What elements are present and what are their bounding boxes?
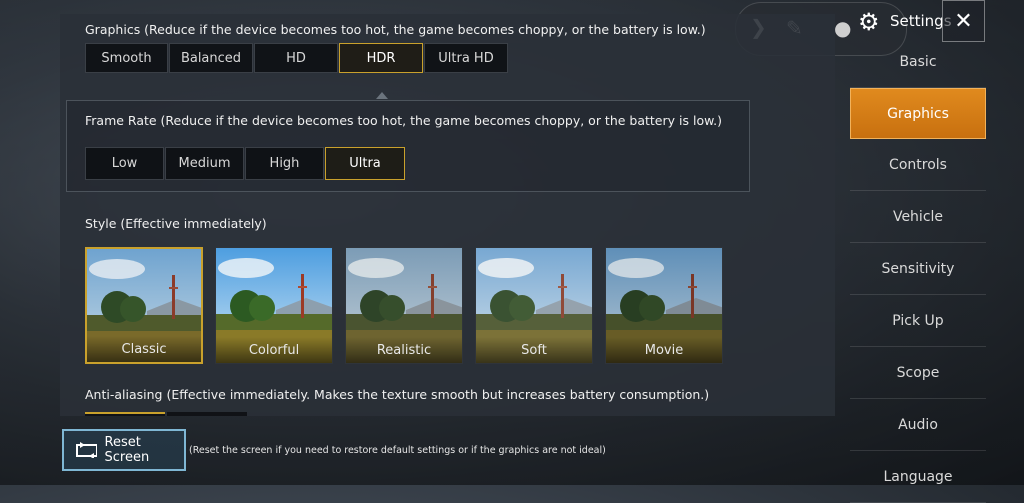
- style-option-classic[interactable]: Classic: [85, 247, 203, 364]
- style-caption: Realistic: [346, 337, 462, 363]
- style-label: Style (Effective immediately): [85, 216, 267, 231]
- graphics-option-hd[interactable]: HD: [254, 43, 338, 73]
- frame-rate-option-ultra[interactable]: Ultra: [325, 147, 405, 180]
- sidebar-item-vehicle[interactable]: Vehicle: [850, 191, 986, 243]
- style-caption: Colorful: [216, 337, 332, 363]
- reset-screen-button[interactable]: Reset Screen: [62, 429, 186, 471]
- anti-aliasing-option[interactable]: [167, 412, 247, 416]
- frame-rate-option-low[interactable]: Low: [85, 147, 164, 180]
- graphics-option-balanced[interactable]: Balanced: [169, 43, 253, 73]
- sidebar-item-audio[interactable]: Audio: [850, 399, 986, 451]
- graphics-option-hdr[interactable]: HDR: [339, 43, 423, 73]
- person-icon[interactable]: ●: [834, 16, 851, 40]
- graphics-settings-panel: Graphics (Reduce if the device becomes t…: [60, 14, 835, 416]
- frame-rate-selector: Low Medium High Ultra: [85, 147, 406, 180]
- style-selector: Classic Colorful Realistic Soft Movie: [85, 247, 735, 364]
- frame-rate-option-high[interactable]: High: [245, 147, 324, 180]
- graphics-quality-selector: Smooth Balanced HD HDR Ultra HD: [85, 43, 509, 73]
- graphics-quality-label: Graphics (Reduce if the device becomes t…: [85, 22, 706, 37]
- gear-icon: ⚙: [858, 8, 880, 36]
- style-option-realistic[interactable]: Realistic: [345, 247, 463, 364]
- graphics-option-smooth[interactable]: Smooth: [85, 43, 168, 73]
- close-icon: ✕: [954, 8, 973, 34]
- caret-pointer: [376, 92, 388, 99]
- sidebar-item-basic[interactable]: Basic: [850, 36, 986, 88]
- frame-rate-label: Frame Rate (Reduce if the device becomes…: [85, 113, 723, 128]
- sidebar-item-scope[interactable]: Scope: [850, 347, 986, 399]
- anti-aliasing-option[interactable]: [85, 412, 165, 416]
- style-caption: Classic: [87, 336, 201, 362]
- graphics-option-ultra-hd[interactable]: Ultra HD: [424, 43, 508, 73]
- frame-rate-option-medium[interactable]: Medium: [165, 147, 244, 180]
- reset-screen-label: Reset Screen: [104, 435, 150, 465]
- style-caption: Soft: [476, 337, 592, 363]
- sidebar-item-sensitivity[interactable]: Sensitivity: [850, 243, 986, 295]
- style-option-colorful[interactable]: Colorful: [215, 247, 333, 364]
- style-option-movie[interactable]: Movie: [605, 247, 723, 364]
- settings-sidebar: Basic Graphics Controls Vehicle Sensitiv…: [850, 36, 986, 503]
- sidebar-item-controls[interactable]: Controls: [850, 139, 986, 191]
- anti-aliasing-selector: [85, 412, 249, 416]
- sidebar-item-graphics[interactable]: Graphics: [850, 88, 986, 139]
- reset-screen-icon: [76, 442, 97, 458]
- sidebar-item-pick-up[interactable]: Pick Up: [850, 295, 986, 347]
- anti-aliasing-label: Anti-aliasing (Effective immediately. Ma…: [85, 387, 710, 402]
- frame-rate-box: Frame Rate (Reduce if the device becomes…: [66, 100, 750, 192]
- reset-screen-note: (Reset the screen if you need to restore…: [189, 445, 606, 456]
- sidebar-item-language[interactable]: Language: [850, 451, 986, 503]
- style-option-soft[interactable]: Soft: [475, 247, 593, 364]
- style-caption: Movie: [606, 337, 722, 363]
